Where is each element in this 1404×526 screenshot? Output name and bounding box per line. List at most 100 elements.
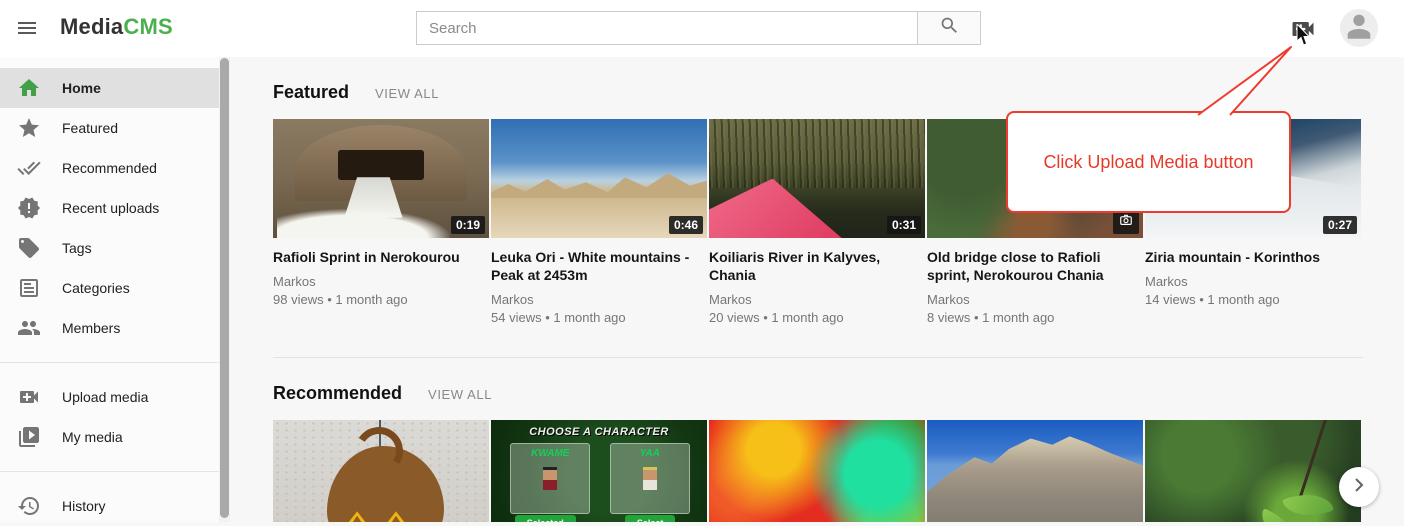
selected-button: Selected [515, 515, 576, 522]
video-card[interactable]: 0:31 Koiliaris River in Kalyves, Chania … [709, 119, 925, 325]
video-author[interactable]: Markos [273, 274, 489, 289]
tooltip-text: Click Upload Media button [1043, 152, 1253, 173]
sidebar-item-label: History [62, 498, 106, 514]
thumbnail-art [338, 150, 424, 180]
home-icon [17, 76, 41, 100]
logo-text-media: Media [60, 14, 123, 39]
video-thumbnail[interactable] [273, 420, 489, 522]
sidebar-item-label: Recommended [62, 160, 157, 176]
video-title[interactable]: Rafioli Sprint in Nerokourou [273, 248, 489, 266]
upload-media-icon [1289, 30, 1317, 47]
view-all-link[interactable]: VIEW ALL [428, 387, 492, 404]
hamburger-menu-icon[interactable] [15, 16, 39, 40]
video-author[interactable]: Markos [927, 292, 1143, 307]
sidebar-item-upload-media[interactable]: Upload media [0, 377, 219, 417]
select-button: Select [625, 515, 676, 522]
sidebar-item-featured[interactable]: Featured [0, 108, 219, 148]
logo-text-cms: CMS [123, 14, 173, 39]
sidebar-item-label: My media [62, 429, 123, 445]
video-title[interactable]: Old bridge close to Rafioli sprint, Nero… [927, 248, 1143, 284]
top-bar: MediaCMS [0, 0, 1404, 57]
video-card[interactable] [273, 420, 489, 522]
sidebar-divider [0, 471, 219, 472]
photo-badge [1113, 210, 1139, 234]
duration-badge: 0:31 [887, 216, 921, 234]
video-card[interactable] [1145, 420, 1361, 522]
sidebar-item-members[interactable]: Members [0, 308, 219, 348]
recommended-section: Recommended VIEW ALL CHOOSE A CHARACTER [273, 357, 1363, 522]
character-name: KWAME [511, 448, 589, 459]
categories-icon [17, 276, 41, 300]
video-card[interactable]: 0:19 Rafioli Sprint in Nerokourou Markos… [273, 119, 489, 325]
video-author[interactable]: Markos [491, 292, 707, 307]
sidebar-item-label: Featured [62, 120, 118, 136]
star-icon [17, 116, 41, 140]
app-logo[interactable]: MediaCMS [60, 14, 173, 40]
video-card[interactable] [927, 420, 1143, 522]
sidebar-item-recommended[interactable]: Recommended [0, 148, 219, 188]
sidebar-item-label: Tags [62, 240, 92, 256]
thumbnail-art [709, 119, 925, 188]
character-sprite [543, 467, 557, 490]
video-thumbnail[interactable] [709, 420, 925, 522]
chevron-right-icon [1347, 473, 1371, 502]
search-icon [939, 15, 960, 41]
members-icon [17, 316, 41, 340]
video-title[interactable]: Koiliaris River in Kalyves, Chania [709, 248, 925, 284]
sidebar-item-categories[interactable]: Categories [0, 268, 219, 308]
video-meta: 8 views • 1 month ago [927, 310, 1143, 325]
video-thumbnail[interactable] [927, 420, 1143, 522]
duration-badge: 0:46 [669, 216, 703, 234]
double-check-icon [17, 156, 41, 180]
game-title-text: CHOOSE A CHARACTER [491, 426, 707, 438]
upload-media-button[interactable] [1289, 15, 1317, 43]
thumbnail-art [927, 434, 1143, 522]
sidebar-scrollbar[interactable] [219, 57, 230, 522]
my-media-icon [17, 425, 41, 449]
character-panel: YAA [610, 443, 690, 514]
video-thumbnail[interactable]: 0:31 [709, 119, 925, 238]
sidebar-item-history[interactable]: History [0, 486, 219, 526]
thumbnail-art [1282, 485, 1334, 522]
person-icon [1342, 9, 1376, 47]
duration-badge: 0:27 [1323, 216, 1357, 234]
duration-badge: 0:19 [451, 216, 485, 234]
sidebar-item-label: Recent uploads [62, 200, 159, 216]
video-thumbnail[interactable]: CHOOSE A CHARACTER KWAME YAA Selected Se… [491, 420, 707, 522]
sidebar-item-home[interactable]: Home [0, 68, 219, 108]
search-input[interactable] [416, 11, 918, 45]
character-sprite [643, 467, 657, 490]
video-title[interactable]: Leuka Ori - White mountains - Peak at 24… [491, 248, 707, 284]
video-card[interactable] [709, 420, 925, 522]
video-card[interactable]: 0:46 Leuka Ori - White mountains - Peak … [491, 119, 707, 325]
video-meta: 54 views • 1 month ago [491, 310, 707, 325]
section-title: Recommended [273, 383, 402, 404]
sidebar-item-label: Members [62, 320, 120, 336]
user-avatar[interactable] [1340, 9, 1378, 47]
view-all-link[interactable]: VIEW ALL [375, 86, 439, 103]
video-author[interactable]: Markos [709, 292, 925, 307]
video-card[interactable]: CHOOSE A CHARACTER KWAME YAA Selected Se… [491, 420, 707, 522]
recommended-row: CHOOSE A CHARACTER KWAME YAA Selected Se… [273, 420, 1363, 522]
video-thumbnail[interactable]: 0:19 [273, 119, 489, 238]
video-meta: 20 views • 1 month ago [709, 310, 925, 325]
sidebar-item-my-media[interactable]: My media [0, 417, 219, 457]
section-title: Featured [273, 82, 349, 103]
camera-icon [1119, 213, 1133, 231]
sidebar-item-tags[interactable]: Tags [0, 228, 219, 268]
sidebar-divider [0, 362, 219, 363]
video-title[interactable]: Ziria mountain - Korinthos [1145, 248, 1361, 266]
upload-media-icon [17, 385, 41, 409]
video-thumbnail[interactable] [1145, 420, 1361, 522]
character-name: YAA [611, 448, 689, 459]
video-thumbnail[interactable]: 0:46 [491, 119, 707, 238]
video-author[interactable]: Markos [1145, 274, 1361, 289]
new-releases-icon [17, 196, 41, 220]
carousel-next-button[interactable] [1339, 467, 1379, 507]
video-meta: 14 views • 1 month ago [1145, 292, 1361, 307]
scrollbar-thumb[interactable] [220, 58, 229, 518]
search-bar [416, 11, 981, 45]
search-button[interactable] [918, 11, 981, 45]
tooltip-callout: Click Upload Media button [1006, 111, 1291, 213]
sidebar-item-recent-uploads[interactable]: Recent uploads [0, 188, 219, 228]
